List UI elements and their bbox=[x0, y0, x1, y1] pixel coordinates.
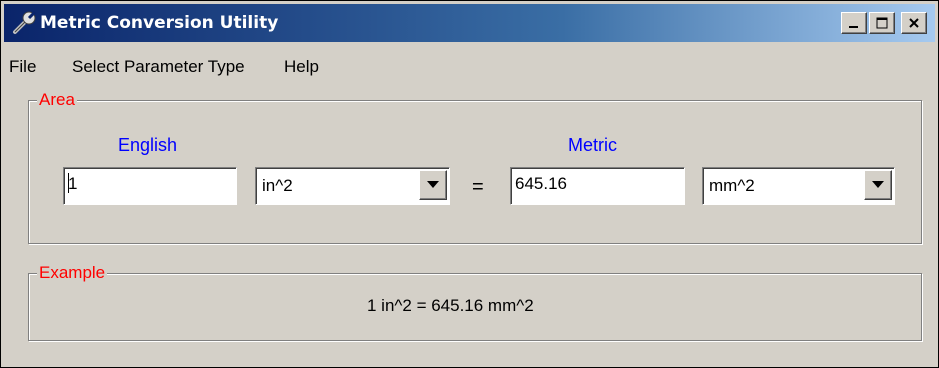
minimize-button[interactable] bbox=[841, 12, 867, 34]
maximize-icon bbox=[876, 17, 888, 29]
english-label: English bbox=[118, 135, 178, 155]
example-group-label: Example bbox=[37, 263, 108, 283]
close-icon bbox=[909, 18, 919, 28]
english-value-text: 1 bbox=[68, 174, 78, 193]
app-window: Metric Conversion Utility File Select Pa… bbox=[0, 0, 939, 368]
metric-value-input[interactable]: 645.16 bbox=[510, 167, 685, 205]
menu-bar: File Select Parameter Type Help bbox=[4, 44, 935, 86]
window-title: Metric Conversion Utility bbox=[40, 13, 279, 33]
metric-unit-dropdown-button[interactable] bbox=[864, 170, 892, 200]
area-group: Area English Metric 1 in^2 = 645.16 mm^2 bbox=[28, 90, 922, 244]
wrench-icon bbox=[12, 10, 38, 35]
english-unit-dropdown-button[interactable] bbox=[419, 170, 447, 200]
menu-help[interactable]: Help bbox=[284, 57, 319, 77]
equals-sign: = bbox=[472, 176, 484, 198]
close-button[interactable] bbox=[901, 12, 927, 34]
chevron-down-icon bbox=[872, 181, 884, 188]
example-group: Example 1 in^2 = 645.16 mm^2 bbox=[28, 263, 922, 341]
english-unit-value: in^2 bbox=[262, 176, 293, 195]
example-text: 1 in^2 = 645.16 mm^2 bbox=[367, 296, 534, 315]
chevron-down-icon bbox=[427, 181, 439, 188]
menu-file[interactable]: File bbox=[9, 57, 36, 77]
metric-unit-value: mm^2 bbox=[709, 176, 755, 195]
menu-select-parameter-type[interactable]: Select Parameter Type bbox=[72, 57, 245, 77]
metric-unit-select[interactable]: mm^2 bbox=[702, 167, 895, 205]
title-bar[interactable]: Metric Conversion Utility bbox=[4, 4, 935, 42]
metric-value-text: 645.16 bbox=[515, 174, 567, 193]
area-group-label: Area bbox=[37, 90, 77, 110]
english-unit-select[interactable]: in^2 bbox=[255, 167, 450, 205]
metric-label: Metric bbox=[568, 135, 617, 155]
text-caret bbox=[68, 173, 69, 193]
english-value-input[interactable]: 1 bbox=[63, 167, 237, 205]
maximize-button[interactable] bbox=[869, 12, 895, 34]
minimize-icon bbox=[849, 26, 858, 28]
